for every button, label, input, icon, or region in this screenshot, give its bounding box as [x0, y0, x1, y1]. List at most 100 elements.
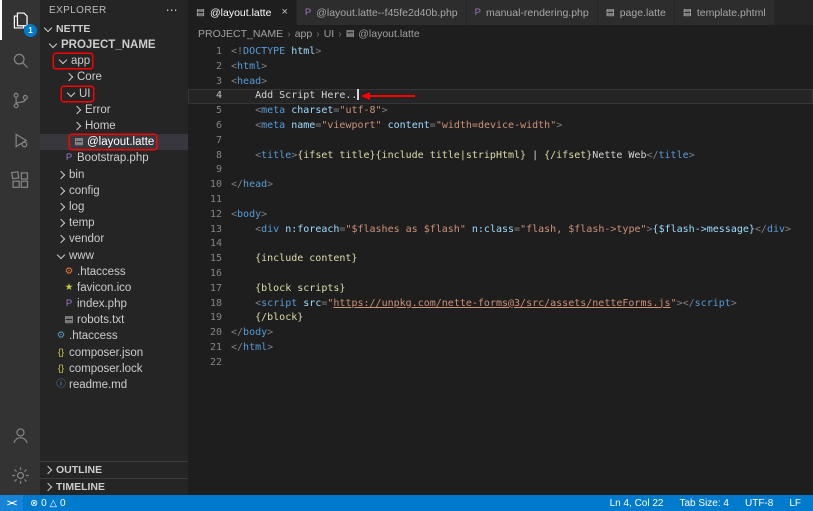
info-file-icon: ⓘ: [56, 379, 66, 391]
line-number: 18: [209, 297, 222, 309]
explorer-icon[interactable]: 1: [0, 0, 40, 40]
tree-item-label: vendor: [69, 233, 105, 246]
tree-item-index.php[interactable]: Pindex.php: [40, 296, 188, 312]
breadcrumb-item-UI[interactable]: UI: [324, 28, 335, 40]
close-icon[interactable]: ×: [281, 7, 287, 18]
chevron-right-icon: [43, 465, 53, 475]
line-number: 1: [215, 46, 222, 57]
code-line-9[interactable]: 9: [188, 163, 813, 178]
tree-item-Core[interactable]: Core: [40, 69, 188, 85]
run-debug-icon[interactable]: [0, 120, 40, 160]
breadcrumb-item-PROJECT_NAME[interactable]: PROJECT_NAME: [198, 28, 283, 40]
errors-count: 0: [41, 497, 47, 509]
timeline-section-header[interactable]: TIMELINE: [40, 478, 188, 495]
code-line-22[interactable]: 22: [188, 356, 813, 371]
annotation-arrow: [361, 92, 415, 100]
tree-item-label: UI: [79, 87, 91, 100]
code-line-2[interactable]: 2 <html>: [188, 60, 813, 75]
tree-item-log[interactable]: log: [40, 199, 188, 215]
source-control-icon[interactable]: [0, 80, 40, 120]
code-line-14[interactable]: 14: [188, 237, 813, 252]
code-line-17[interactable]: 17 {block scripts}: [188, 282, 813, 297]
line-number: 21: [209, 341, 222, 353]
tree-item-label: www: [69, 249, 94, 262]
outline-section-header[interactable]: OUTLINE: [40, 461, 188, 478]
tree-item-PROJECT_NAME[interactable]: PROJECT_NAME: [40, 37, 188, 53]
tab-@layout.latte--f45fe2d40b.php[interactable]: P @layout.latte--f45fe2d40b.php: [296, 0, 467, 25]
search-icon[interactable]: [0, 40, 40, 80]
tree-item-www[interactable]: www: [40, 247, 188, 263]
extensions-icon[interactable]: [0, 160, 40, 200]
tree-item-label: Home: [85, 120, 116, 133]
tab-@layout.latte[interactable]: ▤ @layout.latte ×: [188, 0, 297, 25]
code-line-8[interactable]: 8 <title>{ifset title}{include title|str…: [188, 149, 813, 164]
status-item-Ln 4, Col 22[interactable]: Ln 4, Col 22: [610, 498, 664, 509]
tree-item-config[interactable]: config: [40, 183, 188, 199]
code-line-4[interactable]: 4 Add Script Here..: [188, 89, 813, 104]
tab-manual-rendering.php[interactable]: Pmanual-rendering.php: [466, 0, 598, 25]
tree-item-UI[interactable]: UI: [40, 86, 188, 102]
line-number: 12: [209, 208, 222, 220]
remote-indicator[interactable]: ><: [0, 495, 24, 511]
breadcrumb-item-@layout.latte[interactable]: @layout.latte: [358, 28, 419, 40]
line-number: 13: [209, 223, 222, 235]
line-number: 2: [215, 60, 222, 72]
more-actions-icon[interactable]: ⋯: [166, 4, 178, 16]
code-line-11[interactable]: 11: [188, 193, 813, 208]
tree-item-vendor[interactable]: vendor: [40, 231, 188, 247]
line-number: 4: [215, 90, 222, 102]
status-item-LF[interactable]: LF: [789, 498, 801, 509]
problems-indicator[interactable]: ⊗ 0 △ 0: [23, 498, 72, 509]
tree-item-composer.json[interactable]: {} composer.json: [40, 345, 188, 361]
sidebar-title: EXPLORER: [49, 4, 107, 16]
tree-item-composer.lock[interactable]: {} composer.lock: [40, 361, 188, 377]
tree-item-Home[interactable]: Home: [40, 118, 188, 134]
status-item-Tab Size: 4[interactable]: Tab Size: 4: [680, 498, 729, 509]
code-line-12[interactable]: 12 <body>: [188, 208, 813, 223]
tree-item-favicon.ico[interactable]: ★ favicon.ico: [40, 280, 188, 296]
code-line-19[interactable]: 19 {/block}: [188, 311, 813, 326]
gear-file-icon: ⚙: [64, 265, 74, 277]
file-file-icon: ▤: [605, 7, 615, 18]
tree-item-label: .htaccess: [77, 265, 126, 278]
code-line-16[interactable]: 16: [188, 267, 813, 282]
tree-item-label: @layout.latte: [87, 136, 155, 149]
status-item-UTF-8[interactable]: UTF-8: [745, 498, 773, 509]
breadcrumb-item-app[interactable]: app: [295, 28, 313, 40]
tree-item-label: app: [71, 55, 91, 68]
line-number: 7: [215, 134, 222, 146]
tree-item-app[interactable]: app: [40, 53, 188, 69]
code-line-10[interactable]: 10 </head>: [188, 178, 813, 193]
tree-item-temp[interactable]: temp: [40, 215, 188, 231]
code-line-18[interactable]: 18 <script src="https://unpkg.com/nette-…: [188, 297, 813, 312]
tree-item-bin[interactable]: bin: [40, 167, 188, 183]
tree-item-Bootstrap.php[interactable]: P Bootstrap.php: [40, 150, 188, 166]
code-area[interactable]: 1 <!DOCTYPE html> 2 <html> 3 <head> 4 Add Scri…: [188, 42, 813, 495]
code-line-6[interactable]: 6 <meta name="viewport" content="width=d…: [188, 119, 813, 134]
tree-item-Error[interactable]: Error: [40, 102, 188, 118]
code-line-7[interactable]: 7: [188, 134, 813, 149]
account-icon[interactable]: [0, 415, 40, 455]
star-file-icon: ★: [64, 281, 74, 293]
code-line-20[interactable]: 20 </body>: [188, 326, 813, 341]
tree-item-robots.txt[interactable]: ▤ robots.txt: [40, 312, 188, 328]
tree-item-@layout.latte[interactable]: ▤ @layout.latte: [40, 134, 188, 151]
tab-template.phtml[interactable]: ▤ template.phtml: [674, 0, 775, 25]
tab-page.latte[interactable]: ▤ page.latte: [597, 0, 675, 25]
code-line-21[interactable]: 21 </html>: [188, 341, 813, 356]
code-line-13[interactable]: 13 <div n:foreach="$flashes as $flash" n…: [188, 223, 813, 238]
workspace-section-header[interactable]: NETTE: [40, 20, 188, 37]
status-bar: >< ⊗ 0 △ 0 Ln 4, Col 22 Tab Size: 4 UTF-8 L…: [0, 495, 813, 511]
code-line-15[interactable]: 15 {include content}: [188, 252, 813, 267]
code-line-5[interactable]: 5 <meta charset="utf-8">: [188, 104, 813, 119]
breadcrumb-separator: ›: [338, 27, 342, 40]
tab-bar: ▤ @layout.latte × P @layout.latte--f45fe2d40…: [188, 0, 813, 25]
php-file-icon: P: [474, 7, 481, 18]
tree-item-.htaccess[interactable]: ⚙ .htaccess: [40, 264, 188, 280]
tree-item-.htaccess[interactable]: ⚙ .htaccess: [40, 328, 188, 344]
tree-item-readme.md[interactable]: ⓘ readme.md: [40, 377, 188, 393]
code-line-1[interactable]: 1 <!DOCTYPE html>: [188, 45, 813, 60]
settings-gear-icon[interactable]: [0, 455, 40, 495]
code-line-3[interactable]: 3 <head>: [188, 75, 813, 90]
tree-item-label: Bootstrap.php: [77, 152, 149, 165]
